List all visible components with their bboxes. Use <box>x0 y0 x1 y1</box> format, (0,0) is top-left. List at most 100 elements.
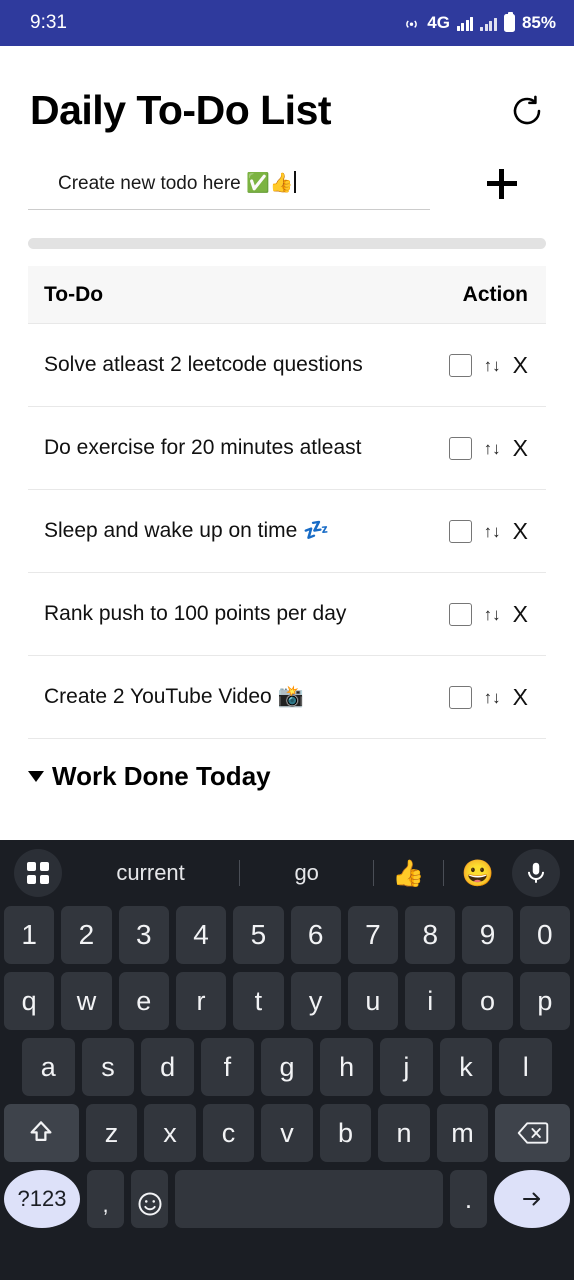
status-bar: 9:31 4G 85% <box>0 0 574 46</box>
key-y[interactable]: y <box>290 972 341 1030</box>
text-caret <box>294 171 297 194</box>
key-p[interactable]: p <box>519 972 570 1030</box>
emoji-face-icon[interactable] <box>131 1170 169 1228</box>
section-title: Work Done Today <box>52 761 271 792</box>
key-o[interactable]: o <box>462 972 513 1030</box>
key-j[interactable]: j <box>380 1038 433 1096</box>
key-b[interactable]: b <box>319 1104 372 1162</box>
todo-text: Solve atleast 2 leetcode questions <box>44 353 363 377</box>
header: Daily To-Do List <box>0 46 574 133</box>
microphone-icon[interactable] <box>512 849 560 897</box>
suggestion-word-right[interactable]: go <box>240 860 373 886</box>
reorder-icon[interactable]: ↑↓ <box>484 606 501 623</box>
key-1[interactable]: 1 <box>4 906 55 964</box>
key-r[interactable]: r <box>175 972 227 1030</box>
table-header-row: To-Do Action <box>28 266 546 325</box>
key-e[interactable]: e <box>118 972 169 1030</box>
key-z[interactable]: z <box>85 1104 138 1162</box>
delete-todo-button[interactable]: X <box>513 685 528 709</box>
period-key[interactable]: . <box>449 1170 487 1228</box>
keyboard-row-home: a s d f g h j k l <box>0 1038 574 1096</box>
key-2[interactable]: 2 <box>61 906 112 964</box>
row-actions: ↑↓ X <box>448 602 528 626</box>
todo-checkbox[interactable] <box>448 353 472 377</box>
network-type-label: 4G <box>427 13 450 32</box>
todo-text: Rank push to 100 points per day <box>44 602 347 626</box>
key-a[interactable]: a <box>21 1038 75 1096</box>
key-c[interactable]: c <box>202 1104 255 1162</box>
column-header-action: Action <box>462 282 528 306</box>
key-u[interactable]: u <box>347 972 399 1030</box>
table-row: Solve atleast 2 leetcode questions ↑↓ X <box>28 324 546 408</box>
key-s[interactable]: s <box>81 1038 135 1096</box>
reorder-icon[interactable]: ↑↓ <box>484 689 501 706</box>
status-indicators: 4G 85% <box>403 12 556 33</box>
reorder-icon[interactable]: ↑↓ <box>484 440 501 457</box>
delete-todo-button[interactable]: X <box>513 602 528 626</box>
signal-bars-icon <box>456 16 474 31</box>
signal-bars-secondary-icon <box>480 16 497 31</box>
todo-table: To-Do Action Solve atleast 2 leetcode qu… <box>28 266 546 740</box>
add-todo-button[interactable] <box>430 168 574 209</box>
reset-circular-arrow-icon[interactable] <box>506 90 548 132</box>
suggestion-word-left[interactable]: current <box>62 860 239 886</box>
key-l[interactable]: l <box>499 1038 553 1096</box>
space-key[interactable] <box>175 1170 443 1228</box>
key-7[interactable]: 7 <box>347 906 399 964</box>
delete-todo-button[interactable]: X <box>513 519 528 543</box>
reorder-icon[interactable]: ↑↓ <box>484 523 501 540</box>
table-row: Do exercise for 20 minutes atleast ↑↓ X <box>28 407 546 491</box>
key-d[interactable]: d <box>141 1038 194 1096</box>
todo-checkbox[interactable] <box>448 519 472 543</box>
key-6[interactable]: 6 <box>290 906 341 964</box>
new-todo-row: Create new todo here ✅👍 <box>0 133 574 211</box>
todo-checkbox[interactable] <box>448 602 472 626</box>
key-m[interactable]: m <box>436 1104 489 1162</box>
todo-checkbox[interactable] <box>448 436 472 460</box>
todo-checkbox[interactable] <box>448 685 472 709</box>
delete-todo-button[interactable]: X <box>513 436 528 460</box>
keyboard-row-space: ?123 , . <box>0 1170 574 1228</box>
chevron-down-icon <box>28 771 44 783</box>
suggestion-emoji-thumbs[interactable]: 👍 <box>374 858 442 889</box>
horizontal-scrollbar[interactable] <box>28 238 546 250</box>
on-screen-keyboard: current go 👍 😀 1 2 3 4 5 6 7 8 9 0 q w e… <box>0 840 574 1280</box>
comma-key[interactable]: , <box>87 1170 125 1228</box>
key-f[interactable]: f <box>201 1038 254 1096</box>
todo-text: Sleep and wake up on time 💤 <box>44 519 330 543</box>
key-8[interactable]: 8 <box>405 906 456 964</box>
column-header-todo: To-Do <box>44 282 104 306</box>
key-t[interactable]: t <box>233 972 284 1030</box>
key-q[interactable]: q <box>4 972 55 1030</box>
work-done-today-section[interactable]: Work Done Today <box>28 761 546 792</box>
key-g[interactable]: g <box>260 1038 314 1096</box>
key-n[interactable]: n <box>378 1104 430 1162</box>
table-row: Sleep and wake up on time 💤 ↑↓ X <box>28 490 546 574</box>
suggestion-emoji-smile[interactable]: 😀 <box>444 858 512 889</box>
key-3[interactable]: 3 <box>118 906 169 964</box>
symbols-key[interactable]: ?123 <box>4 1170 80 1228</box>
battery-icon <box>503 12 515 32</box>
keyboard-row-top: q w e r t y u i o p <box>0 972 574 1030</box>
row-actions: ↑↓ X <box>448 436 528 460</box>
key-4[interactable]: 4 <box>175 906 227 964</box>
delete-todo-button[interactable]: X <box>513 353 528 377</box>
reorder-icon[interactable]: ↑↓ <box>484 357 501 374</box>
shift-arrow-icon[interactable] <box>4 1104 79 1162</box>
key-h[interactable]: h <box>320 1038 374 1096</box>
key-9[interactable]: 9 <box>462 906 513 964</box>
key-0[interactable]: 0 <box>519 906 570 964</box>
table-row: Create 2 YouTube Video 📸 ↑↓ X <box>28 656 546 740</box>
new-todo-input[interactable]: Create new todo here ✅👍 <box>28 167 430 211</box>
key-i[interactable]: i <box>405 972 456 1030</box>
key-v[interactable]: v <box>261 1104 313 1162</box>
status-time: 9:31 <box>30 12 67 33</box>
key-w[interactable]: w <box>61 972 112 1030</box>
enter-arrow-icon[interactable] <box>494 1170 570 1228</box>
key-x[interactable]: x <box>144 1104 196 1162</box>
row-actions: ↑↓ X <box>448 353 528 377</box>
grid-menu-icon[interactable] <box>14 849 62 897</box>
key-k[interactable]: k <box>439 1038 493 1096</box>
key-5[interactable]: 5 <box>233 906 284 964</box>
backspace-icon[interactable] <box>495 1104 571 1162</box>
